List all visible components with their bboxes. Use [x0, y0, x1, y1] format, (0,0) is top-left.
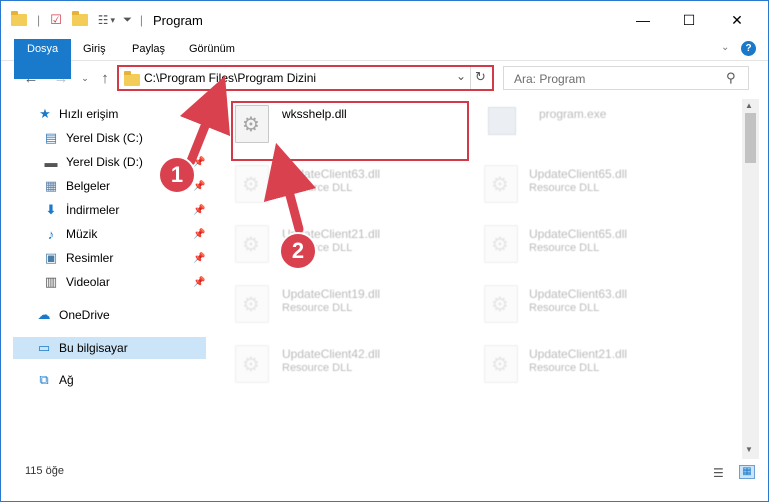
explorer-window: | ☑ ☷ ▾ ⏷ | Program — ☐ ✕ Dosya Giriş Pa…: [0, 0, 769, 502]
callout-badge-2: 2: [279, 232, 317, 270]
callout-arrows: [179, 75, 317, 234]
callout-badge-1: 1: [158, 156, 196, 194]
arrow-2: [263, 142, 317, 234]
arrow-1: [179, 75, 231, 166]
